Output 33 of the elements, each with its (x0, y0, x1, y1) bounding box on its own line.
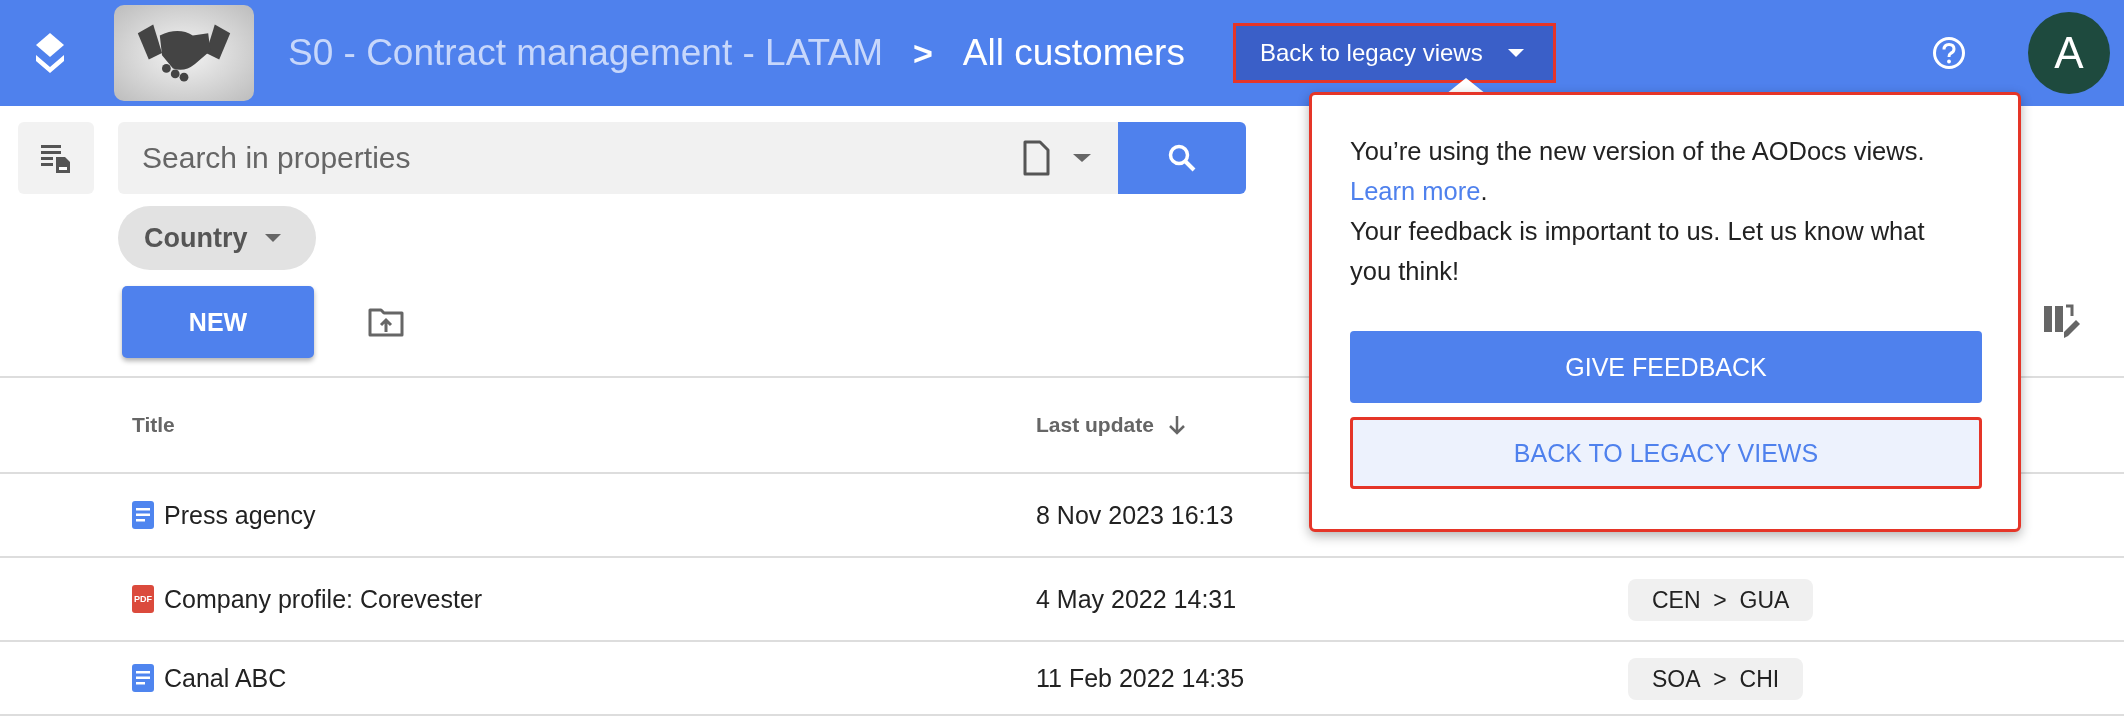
caret-icon (263, 233, 282, 243)
user-avatar[interactable]: A (2028, 12, 2110, 94)
document-title-link[interactable]: Canal ABC (164, 663, 287, 693)
search-bar[interactable]: Search in properties (118, 122, 1118, 194)
legacy-views-dropdown[interactable]: Back to legacy views (1232, 23, 1556, 83)
upload-folder-icon[interactable] (368, 307, 404, 337)
date-cell-text: 4 May 2022 14:31 (1036, 584, 1238, 614)
document-icon[interactable] (1022, 140, 1050, 176)
date-cell-text: 11 Feb 2022 14:35 (1036, 663, 1246, 693)
breadcrumb-separator: > (912, 33, 933, 73)
properties-panel-button[interactable] (18, 122, 94, 194)
column-header[interactable]: Title (132, 413, 1036, 437)
search-button[interactable] (1118, 122, 1246, 194)
caret-icon (1506, 48, 1525, 58)
learn-more-link[interactable]: Learn more (1350, 177, 1481, 205)
document-title-link[interactable]: Press agency (164, 500, 316, 530)
view-title: All customers (962, 32, 1185, 74)
filter-chip[interactable]: Country (118, 206, 316, 270)
pdf-icon: PDF (132, 585, 154, 613)
document-title-link[interactable]: Company profile: Corevester (164, 584, 483, 614)
new-button[interactable]: NEW (122, 286, 314, 358)
help-icon[interactable] (1932, 36, 1966, 70)
back-to-legacy-button[interactable]: BACK TO LEGACY VIEWS (1350, 417, 1982, 489)
document-icon (132, 501, 154, 529)
popup-message: You’re using the new version of the AODocs views. Learn more. Your feedback is important to us. Let us know what you think! (1350, 136, 1926, 287)
date-cell-text: 8 Nov 2023 16:13 (1036, 500, 1235, 530)
country-tag: SOA > CHI (1628, 657, 1804, 700)
document-icon (132, 664, 154, 692)
country-tag: CEN > GUA (1628, 578, 1814, 621)
search-icon (1167, 143, 1197, 173)
caret-icon[interactable] (1072, 153, 1092, 163)
give-feedback-button[interactable]: GIVE FEEDBACK (1350, 331, 1982, 403)
search-field[interactable]: Search in properties (118, 140, 1022, 176)
